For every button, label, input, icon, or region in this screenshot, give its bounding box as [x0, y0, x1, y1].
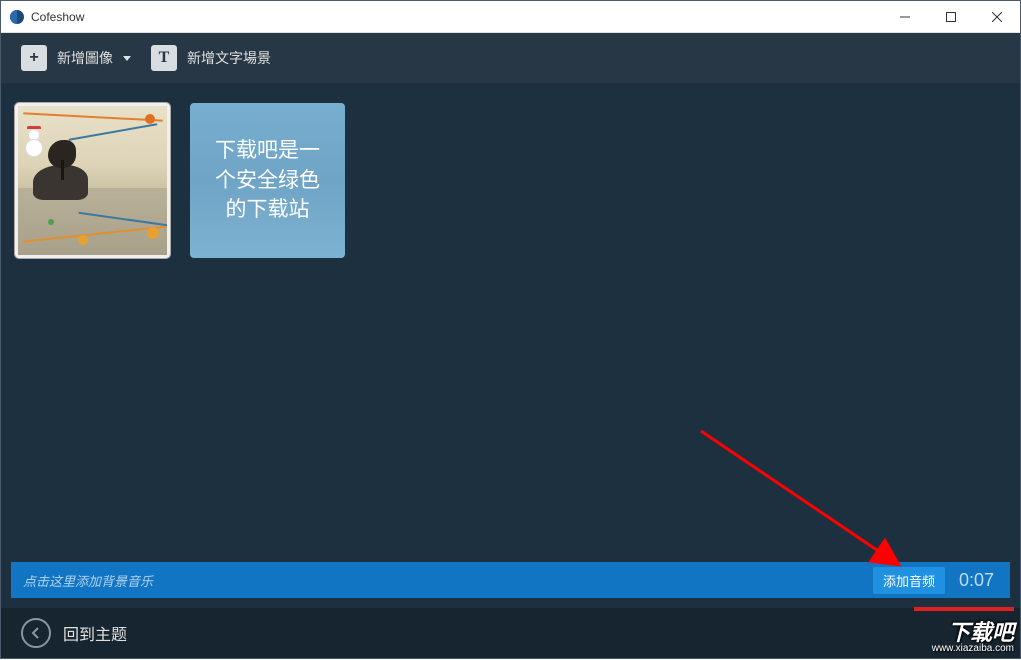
add-text-scene-label: 新增文字場景: [187, 48, 271, 68]
add-text-scene-button[interactable]: T 新增文字場景: [151, 45, 271, 71]
duration-label: 0:07: [955, 570, 998, 591]
music-placeholder: 点击这里添加背景音乐: [23, 571, 863, 590]
add-image-label: 新增圖像: [57, 48, 113, 68]
slide-thumb-image[interactable]: [15, 103, 170, 258]
title-bar: Cofeshow: [1, 1, 1020, 33]
slide-thumb-text[interactable]: 下载吧是一个安全绿色的下载站: [190, 103, 345, 258]
back-icon[interactable]: [21, 618, 51, 648]
plus-icon: +: [21, 45, 47, 71]
add-image-button[interactable]: + 新增圖像: [21, 45, 131, 71]
close-button[interactable]: [974, 1, 1020, 33]
slide-text: 下载吧是一个安全绿色的下载站: [210, 136, 325, 224]
minimize-button[interactable]: [882, 1, 928, 33]
app-title: Cofeshow: [31, 10, 84, 24]
back-button-label[interactable]: 回到主题: [63, 621, 127, 645]
maximize-button[interactable]: [928, 1, 974, 33]
app-icon: [9, 9, 25, 25]
slide-canvas: 下载吧是一个安全绿色的下载站: [1, 83, 1020, 562]
footer: 回到主题: [1, 608, 1020, 658]
chevron-down-icon[interactable]: [123, 56, 131, 61]
snowman-icon: [24, 126, 44, 156]
add-audio-button[interactable]: 添加音频: [873, 567, 945, 594]
music-bar[interactable]: 点击这里添加背景音乐 添加音频 0:07: [11, 562, 1010, 598]
text-icon: T: [151, 45, 177, 71]
toolbar: + 新增圖像 T 新增文字場景: [1, 33, 1020, 83]
